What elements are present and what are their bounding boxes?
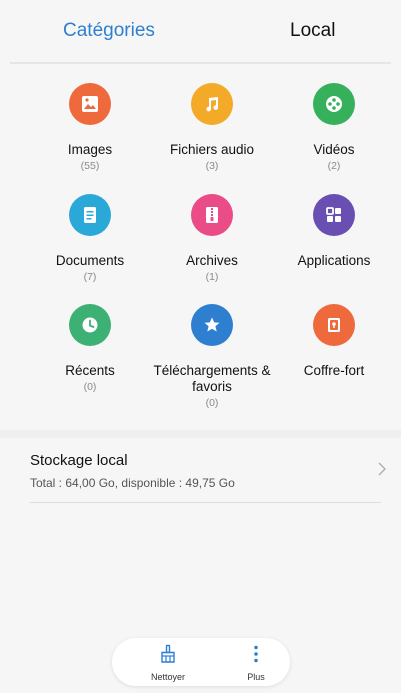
category-label: Applications (297, 253, 371, 268)
document-icon (69, 194, 111, 236)
archive-zip-icon (191, 194, 233, 236)
category-videos[interactable]: Vidéos (2) (264, 83, 401, 172)
storage-title: Stockage local (30, 452, 128, 469)
film-reel-icon (313, 83, 355, 125)
category-audio[interactable]: Fichiers audio (3) (142, 83, 282, 172)
category-label: Vidéos (313, 142, 355, 157)
category-safe[interactable]: Coffre-fort (264, 304, 401, 381)
tab-categories[interactable]: Catégories (63, 20, 155, 42)
more-label: Plus (247, 672, 265, 682)
more-button[interactable]: Plus (226, 644, 286, 682)
image-icon (69, 83, 111, 125)
category-count: (2) (327, 160, 341, 172)
chevron-right-icon (378, 462, 386, 476)
broom-icon (161, 644, 175, 663)
category-label: Coffre-fort (303, 363, 365, 378)
storage-subtitle: Total : 64,00 Go, disponible : 49,75 Go (30, 476, 235, 490)
category-count: (0) (205, 397, 219, 409)
category-label: Fichiers audio (169, 142, 255, 157)
category-label: Archives (186, 253, 238, 268)
category-label: Images (67, 142, 113, 157)
top-tab-bar: Catégories Local (0, 0, 401, 64)
safe-icon (313, 304, 355, 346)
category-downloads-favorites[interactable]: Téléchargements & favoris (0) (142, 304, 282, 409)
storage-divider (30, 502, 381, 503)
section-divider (0, 430, 401, 438)
music-note-icon (191, 83, 233, 125)
apps-grid-icon (313, 194, 355, 236)
clean-button[interactable]: Nettoyer (138, 644, 198, 682)
clean-label: Nettoyer (150, 672, 185, 682)
category-count: (0) (83, 381, 97, 393)
category-archives[interactable]: Archives (1) (142, 194, 282, 283)
category-label: Récents (65, 363, 115, 378)
tab-local[interactable]: Local (290, 20, 335, 42)
category-images[interactable]: Images (55) (20, 83, 160, 172)
category-count: (3) (205, 160, 219, 172)
category-label: Téléchargements & favoris (153, 363, 271, 394)
more-vertical-icon (254, 645, 258, 663)
category-recents[interactable]: Récents (0) (20, 304, 160, 393)
category-count: (1) (205, 271, 219, 283)
category-applications[interactable]: Applications (264, 194, 401, 271)
tab-divider (10, 62, 391, 64)
star-icon (191, 304, 233, 346)
category-count: (55) (80, 160, 100, 172)
category-label: Documents (55, 253, 125, 268)
category-documents[interactable]: Documents (7) (20, 194, 160, 283)
clock-icon (69, 304, 111, 346)
local-storage-row[interactable]: Stockage local Total : 64,00 Go, disponi… (0, 438, 401, 504)
category-count: (7) (83, 271, 97, 283)
bottom-action-bar: Nettoyer Plus (112, 638, 290, 686)
